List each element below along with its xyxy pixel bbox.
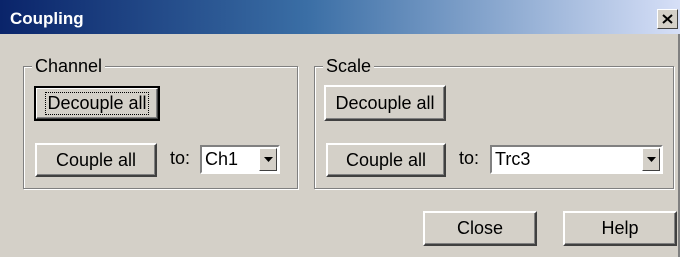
channel-select-value: Ch1 [205, 149, 239, 169]
channel-decouple-all-button[interactable]: Decouple all [34, 86, 160, 121]
channel-to-label: to: [170, 148, 191, 168]
channel-couple-all-button[interactable]: Couple all [35, 143, 157, 177]
help-button[interactable]: Help [563, 211, 677, 246]
channel-decouple-all-label: Decouple all [45, 92, 149, 115]
scale-decouple-all-button[interactable]: Decouple all [324, 85, 446, 121]
scale-decouple-all-label: Decouple all [335, 92, 435, 113]
title-bar[interactable]: Coupling [0, 0, 680, 34]
close-button-label: Close [456, 218, 504, 238]
scale-select[interactable]: Trc3 [490, 145, 663, 174]
scale-select-value: Trc3 [495, 149, 531, 169]
channel-couple-all-label: Couple all [55, 149, 137, 170]
close-icon [662, 14, 673, 24]
coupling-dialog: Coupling Channel Decouple all Couple all… [0, 0, 680, 257]
scale-to-label: to: [459, 148, 480, 168]
close-button[interactable]: Close [423, 211, 537, 246]
scale-select-arrow[interactable] [642, 148, 660, 171]
scale-couple-all-button[interactable]: Couple all [326, 143, 446, 177]
chevron-down-icon [263, 157, 273, 162]
channel-group-legend: Channel [32, 56, 106, 77]
channel-select[interactable]: Ch1 [200, 145, 280, 174]
scale-group-legend: Scale [323, 56, 375, 77]
chevron-down-icon [646, 157, 656, 162]
help-button-label: Help [601, 218, 639, 238]
window-close-button[interactable] [657, 9, 678, 29]
window-title: Coupling [10, 9, 84, 28]
scale-couple-all-label: Couple all [345, 149, 427, 170]
channel-select-arrow[interactable] [259, 148, 277, 171]
